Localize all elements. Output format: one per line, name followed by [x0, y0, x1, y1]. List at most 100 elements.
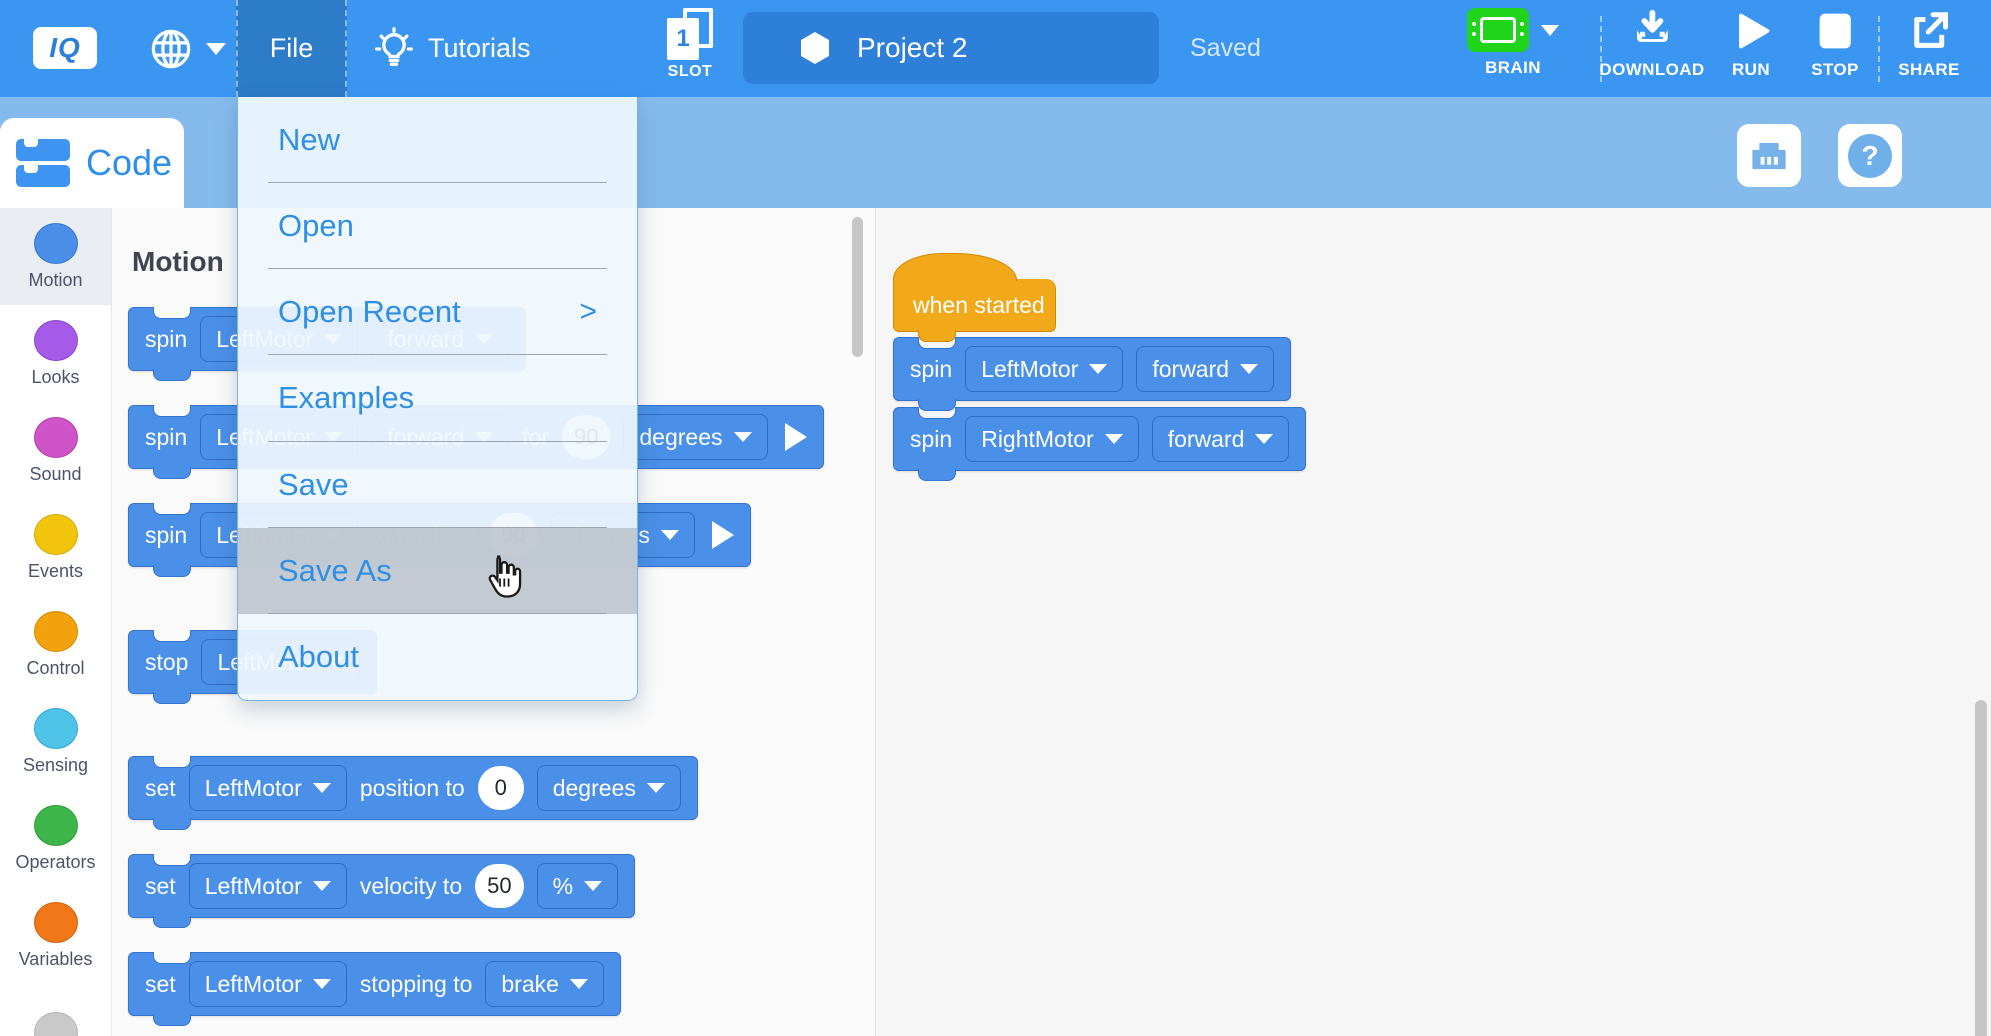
menu-item-label: Save As [278, 553, 392, 589]
slot-pages-icon: 1 [667, 8, 713, 62]
block-label: spin [145, 326, 187, 353]
dropdown-rightmotor[interactable]: RightMotor [965, 416, 1138, 462]
menu-item-save[interactable]: Save [238, 442, 637, 528]
chevron-down-icon [1105, 434, 1123, 444]
motion-category-icon [34, 223, 78, 264]
chevron-down-icon [1240, 364, 1258, 374]
sidebar-item-control[interactable]: Control [0, 596, 111, 693]
menu-item-about[interactable]: About [238, 614, 637, 700]
menu-item-open[interactable]: Open [238, 183, 637, 269]
dropdown-[interactable]: % [537, 863, 618, 909]
number-input[interactable]: 50 [475, 864, 523, 908]
hat-block-label: when started [913, 292, 1045, 319]
dropdown-value: forward [1152, 356, 1229, 383]
menu-item-label: Open Recent [278, 294, 461, 330]
set-block[interactable]: setLeftMotorvelocity to50% [128, 854, 635, 918]
dropdown-value: LeftMotor [205, 775, 302, 802]
sidebar-item-label: Control [26, 658, 84, 679]
top-toolbar: IQ File Tutorials 1 SLOT [0, 0, 1991, 97]
sidebar-item-events[interactable]: Events [0, 499, 111, 596]
file-menu-label: File [270, 33, 314, 64]
save-status: Saved [1190, 0, 1261, 97]
block-label: stopping to [360, 971, 473, 998]
dropdown-value: RightMotor [981, 426, 1093, 453]
menu-item-save-as[interactable]: Save As [238, 528, 637, 614]
chevron-down-icon [206, 43, 226, 55]
spin-block[interactable]: spinRightMotorforward [893, 407, 1306, 471]
language-selector[interactable] [148, 0, 226, 97]
block-label: set [145, 873, 176, 900]
question-mark-icon: ? [1848, 134, 1892, 178]
help-button[interactable]: ? [1838, 124, 1902, 187]
slot-selector[interactable]: 1 SLOT [664, 8, 716, 81]
sound-category-icon [34, 417, 78, 458]
set-block[interactable]: set LeftMotor stopping to brake [128, 952, 621, 1016]
block-label: stop [145, 649, 188, 676]
sidebar-item-variables[interactable]: Variables [0, 887, 111, 984]
spin-block[interactable]: spin LeftMotor forward [893, 337, 1291, 401]
dropdown-leftmotor[interactable]: LeftMotor [189, 765, 347, 811]
category-sidebar: MotionLooksSoundEvents Control SensingOper… [0, 208, 112, 1036]
dropdown-leftmotor[interactable]: LeftMotor [189, 863, 347, 909]
tutorials-button[interactable]: Tutorials [372, 0, 531, 97]
iq-logo[interactable]: IQ [33, 27, 97, 69]
block-label: set [145, 971, 176, 998]
run-label: RUN [1732, 60, 1770, 80]
file-menu-button[interactable]: File [236, 0, 347, 97]
run-button[interactable]: RUN [1729, 8, 1773, 80]
dropdown-forward[interactable]: forward [1136, 346, 1274, 392]
toolbar-divider [1878, 16, 1880, 82]
category-category-icon [34, 1012, 78, 1036]
chevron-down-icon [1089, 364, 1107, 374]
dropdown-value: LeftMotor [205, 873, 302, 900]
download-icon [1629, 8, 1675, 54]
play-icon [1729, 8, 1773, 54]
device-settings-button[interactable] [1737, 124, 1801, 187]
block-label: spin [910, 356, 952, 383]
tab-code[interactable]: Code [0, 118, 184, 208]
menu-item-new[interactable]: New [238, 97, 637, 183]
share-icon [1906, 8, 1952, 54]
looks-category-icon [34, 320, 78, 361]
sidebar-item-more[interactable] [0, 984, 111, 1036]
sidebar-item-motion[interactable]: Motion [0, 208, 111, 305]
chevron-down-icon [734, 432, 752, 442]
menu-item-label: Open [278, 208, 354, 244]
set-block[interactable]: setLeftMotorposition to0degrees [128, 756, 698, 820]
sidebar-item-sound[interactable]: Sound [0, 402, 111, 499]
dropdown-forward[interactable]: forward [1152, 416, 1290, 462]
sidebar-item-sensing[interactable]: Sensing [0, 693, 111, 790]
run-block-arrow-icon[interactable] [712, 521, 734, 549]
block-label: set [145, 775, 176, 802]
chevron-down-icon [584, 881, 602, 891]
chevron-down-icon [313, 783, 331, 793]
dropdown-degrees[interactable]: degrees [537, 765, 681, 811]
palette-scrollbar[interactable] [852, 217, 863, 357]
menu-item-open-recent[interactable]: Open Recent> [238, 269, 637, 355]
workspace-scrollbar[interactable] [1975, 700, 1987, 1036]
dropdown-leftmotor[interactable]: LeftMotor [189, 961, 347, 1007]
block-label: spin [145, 522, 187, 549]
workspace-canvas[interactable] [875, 208, 1991, 1036]
when-started-hat-block[interactable]: when started [893, 279, 1056, 332]
chevron-down-icon [313, 881, 331, 891]
brain-button[interactable]: BRAIN [1467, 8, 1559, 78]
sidebar-item-operators[interactable]: Operators [0, 790, 111, 887]
dropdown-value: brake [501, 971, 559, 998]
project-name-button[interactable]: Project 2 [743, 12, 1159, 84]
sidebar-item-looks[interactable]: Looks [0, 305, 111, 402]
code-tab-label: Code [86, 142, 172, 184]
stop-button[interactable]: STOP [1811, 8, 1859, 80]
number-input[interactable]: 0 [478, 766, 524, 810]
dropdown-leftmotor[interactable]: LeftMotor [965, 346, 1123, 392]
menu-item-label: Save [278, 467, 349, 503]
dropdown-brake[interactable]: brake [485, 961, 604, 1007]
slot-label: SLOT [664, 63, 716, 81]
download-button[interactable]: DOWNLOAD [1599, 8, 1704, 80]
run-block-arrow-icon[interactable] [785, 423, 807, 451]
menu-item-examples[interactable]: Examples [238, 355, 637, 441]
share-button[interactable]: SHARE [1898, 8, 1960, 80]
dropdown-degrees[interactable]: degrees [623, 414, 767, 460]
globe-icon [148, 26, 194, 72]
sensing-category-icon [34, 708, 78, 749]
